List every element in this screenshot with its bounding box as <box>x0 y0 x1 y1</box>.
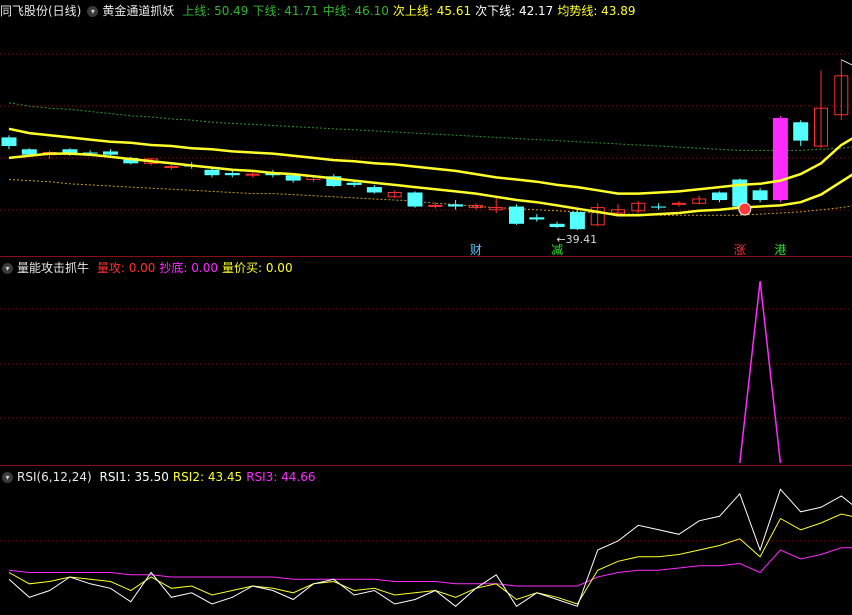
candle-body <box>651 206 667 208</box>
collapse-icon[interactable]: ▾ <box>87 6 99 17</box>
chart-stage: 56.60←39.41财减涨港 <box>0 53 852 607</box>
indicator-value: RSI1: 35.50 <box>99 470 169 484</box>
high-pointer <box>841 59 852 66</box>
signal-marker: 减 <box>551 243 563 257</box>
candle-body <box>204 169 220 176</box>
volume-attack-panel <box>739 281 782 464</box>
candle-body <box>285 175 301 181</box>
candle-body <box>549 223 565 228</box>
candle-body <box>224 173 240 176</box>
signal-marker: 港 <box>774 243 786 257</box>
indicator-values: RSI1: 35.50 RSI2: 43.45 RSI3: 44.66 <box>100 470 320 484</box>
candle-body <box>164 166 179 169</box>
candle-body <box>21 149 37 155</box>
rsi-series-line <box>8 547 852 587</box>
indicator-value: 下线: 41.71 <box>252 4 319 18</box>
attack-spike-line <box>739 281 782 464</box>
indicator-value: RSI2: 43.45 <box>172 470 243 484</box>
candle-body <box>103 151 118 155</box>
indicator-name[interactable]: 量能攻击抓牛 <box>17 261 89 275</box>
indicator-value: 中线: 46.10 <box>322 4 389 18</box>
candle-body <box>752 190 768 201</box>
signal-dot <box>738 202 752 216</box>
candle-body <box>346 182 362 185</box>
indicator-value: 量价买: 0.00 <box>222 261 293 275</box>
candle-body <box>529 217 545 220</box>
rsi-panel <box>8 488 852 607</box>
indicator-value: 量攻: 0.00 <box>96 261 156 275</box>
candle-body <box>428 204 443 207</box>
indicator-values: 量攻: 0.00 抄底: 0.00 量价买: 0.00 <box>97 261 297 275</box>
candle-body <box>407 192 423 207</box>
indicator-value: RSI3: 44.66 <box>246 470 316 484</box>
panel-separator <box>0 465 852 466</box>
candle-body <box>1 137 17 147</box>
panel1-header: 同飞股份(日线) ▾ 黄金通道抓妖 上线: 50.49 下线: 41.71 中线: 46… <box>0 1 644 21</box>
stock-title[interactable]: 同飞股份(日线) <box>0 4 81 18</box>
indicator-value: 次下线: 42.17 <box>475 4 554 18</box>
panel3-header: ▾ RSI(6,12,24) RSI1: 35.50 RSI2: 43.45 RSI3… <box>0 467 324 487</box>
candle-body <box>448 204 464 207</box>
rsi-series-line <box>8 488 852 607</box>
rsi-series-line <box>8 513 852 605</box>
signal-marker: 财 <box>470 243 482 257</box>
indicator-value: 上线: 50.49 <box>182 4 249 18</box>
indicator-value: 抄底: 0.00 <box>159 261 218 275</box>
indicator-values: 上线: 50.49 下线: 41.71 中线: 46.10 次上线: 45.61 次下线… <box>182 4 639 18</box>
panel2-header: ▾ 量能攻击抓牛 量攻: 0.00 抄底: 0.00 量价买: 0.00 <box>0 258 301 278</box>
indicator-value: 均势线: 43.89 <box>557 4 636 18</box>
candle-body <box>712 192 727 201</box>
candle-body <box>793 122 809 141</box>
candle-body <box>366 187 382 193</box>
signal-marker: 涨 <box>734 242 746 257</box>
candle-body <box>569 211 585 230</box>
indicator-value: 次上线: 45.61 <box>392 4 472 18</box>
indicator-name[interactable]: RSI(6,12,24) <box>17 470 92 484</box>
candle-body <box>772 117 788 201</box>
collapse-icon[interactable]: ▾ <box>2 263 13 274</box>
candle-body <box>509 206 524 224</box>
collapse-icon[interactable]: ▾ <box>2 472 13 483</box>
panel-separator <box>0 256 852 257</box>
indicator-name[interactable]: 黄金通道抓妖 <box>102 4 174 18</box>
